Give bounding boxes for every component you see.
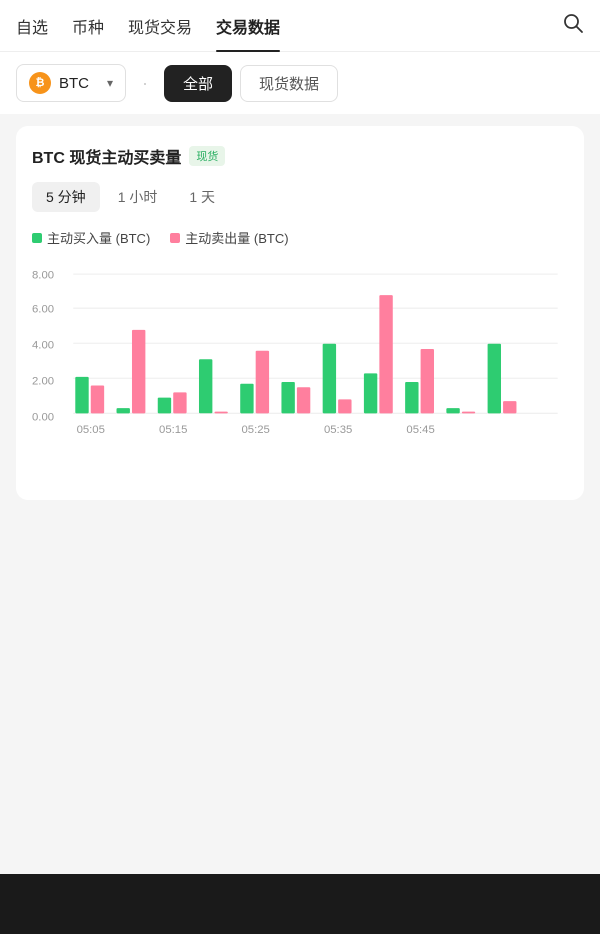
filter-row: ₿ BTC ▾ · 全部 现货数据 bbox=[0, 52, 600, 114]
legend-sell: 主动卖出量 (BTC) bbox=[170, 228, 288, 247]
type-btn-all[interactable]: 全部 bbox=[164, 65, 232, 102]
legend-sell-label: 主动卖出量 (BTC) bbox=[185, 228, 288, 247]
svg-text:2.00: 2.00 bbox=[32, 375, 54, 387]
chart-area: 8.00 6.00 4.00 2.00 0.00 bbox=[32, 259, 568, 484]
time-tabs: 5 分钟 1 小时 1 天 bbox=[32, 182, 568, 212]
svg-text:05:35: 05:35 bbox=[324, 424, 352, 436]
svg-text:8.00: 8.00 bbox=[32, 269, 54, 281]
card-title-row: BTC 现货主动买卖量 现货 bbox=[32, 144, 568, 168]
coin-label: BTC bbox=[59, 75, 89, 92]
search-icon[interactable] bbox=[562, 12, 584, 40]
type-btn-spot[interactable]: 现货数据 bbox=[240, 65, 338, 102]
divider: · bbox=[142, 73, 148, 94]
btc-icon: ₿ bbox=[29, 72, 51, 94]
svg-text:05:45: 05:45 bbox=[406, 424, 434, 436]
time-tab-5min[interactable]: 5 分钟 bbox=[32, 182, 100, 212]
time-tab-1day[interactable]: 1 天 bbox=[175, 182, 229, 212]
bar-chart: 8.00 6.00 4.00 2.00 0.00 bbox=[32, 259, 568, 479]
spot-badge: 现货 bbox=[189, 146, 225, 166]
chevron-down-icon: ▾ bbox=[107, 76, 113, 90]
nav-item-jiaoyishuju[interactable]: 交易数据 bbox=[216, 0, 280, 52]
nav-item-bizhong[interactable]: 币种 bbox=[72, 0, 104, 52]
legend-buy: 主动买入量 (BTC) bbox=[32, 228, 150, 247]
type-buttons: 全部 现货数据 bbox=[164, 65, 338, 102]
svg-text:05:25: 05:25 bbox=[241, 424, 269, 436]
svg-text:6.00: 6.00 bbox=[32, 303, 54, 315]
svg-text:05:15: 05:15 bbox=[159, 424, 187, 436]
nav-item-zixuan[interactable]: 自选 bbox=[16, 0, 48, 52]
main-card: BTC 现货主动买卖量 现货 5 分钟 1 小时 1 天 主动买入量 (BTC)… bbox=[16, 126, 584, 500]
nav-item-xianhuo[interactable]: 现货交易 bbox=[128, 0, 192, 52]
card-title: BTC 现货主动买卖量 bbox=[32, 144, 181, 168]
time-tab-1hour[interactable]: 1 小时 bbox=[104, 182, 172, 212]
nav-items: 自选 币种 现货交易 交易数据 bbox=[16, 0, 562, 52]
legend-buy-label: 主动买入量 (BTC) bbox=[47, 228, 150, 247]
chart-legend: 主动买入量 (BTC) 主动卖出量 (BTC) bbox=[32, 228, 568, 247]
legend-sell-dot bbox=[170, 233, 180, 243]
top-navigation: 自选 币种 现货交易 交易数据 bbox=[0, 0, 600, 52]
svg-text:4.00: 4.00 bbox=[32, 339, 54, 351]
bottom-bar bbox=[0, 874, 600, 934]
svg-text:05:05: 05:05 bbox=[77, 424, 105, 436]
svg-text:0.00: 0.00 bbox=[32, 412, 54, 424]
legend-buy-dot bbox=[32, 233, 42, 243]
coin-selector[interactable]: ₿ BTC ▾ bbox=[16, 64, 126, 102]
